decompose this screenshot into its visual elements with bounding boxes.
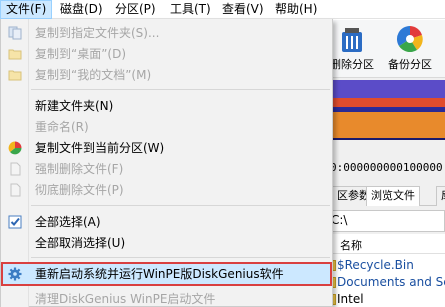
delete-partition-icon	[342, 28, 362, 52]
list-item[interactable]: Intel	[320, 292, 445, 307]
menu-separator	[31, 257, 330, 258]
menu-item-label: 新建文件夹(N)	[35, 99, 114, 113]
folder-icon	[8, 70, 22, 81]
menu-item-label: 全部选择(A)	[35, 215, 101, 229]
menu-item-label: 重命名(R)	[35, 120, 89, 134]
file-list-header[interactable]: 名称	[320, 234, 445, 254]
file-menu: 复制到指定文件夹(S)... 复制到“桌面”(D) 复制到“我的文档”(M) 新…	[0, 19, 333, 307]
menu-view[interactable]: 查看(V)	[217, 0, 269, 19]
menu-item-label: 复制到“我的文档”(M)	[35, 68, 152, 82]
menubar: 文件(F) 磁盘(D) 分区(P) 工具(T) 查看(V) 帮助(H)	[0, 0, 445, 19]
file-name: Documents and Se	[337, 275, 445, 289]
disk-info-text: 0:000000000100000	[320, 159, 445, 177]
menu-item-label: 复制文件到当前分区(W)	[35, 141, 165, 155]
file-icon	[10, 183, 21, 197]
tab-sector[interactable]: 扇	[436, 186, 445, 206]
menu-item-copy-to-folder[interactable]: 复制到指定文件夹(S)...	[3, 23, 330, 43]
menu-item-label: 清理DiskGenius WinPE启动文件	[35, 292, 216, 306]
path-text: C:\	[331, 213, 348, 227]
disk-map-partition	[330, 112, 445, 138]
tab-browse-files[interactable]: 浏览文件	[366, 186, 420, 206]
menu-item-rename[interactable]: 重命名(R)	[3, 117, 330, 137]
file-list: 名称 $Recycle.Bin Documents and Se Intel	[320, 234, 445, 307]
copy-icon	[8, 26, 22, 40]
menu-item-label: 重新启动系统并运行WinPE版DiskGenius软件	[35, 267, 284, 281]
menu-item-label: 复制到指定文件夹(S)...	[35, 26, 160, 40]
menu-item-new-folder[interactable]: 新建文件夹(N)	[3, 96, 330, 116]
list-item[interactable]: Documents and Se	[320, 275, 445, 291]
tab-bar: 区参数 浏览文件 扇	[320, 184, 445, 206]
menu-tools[interactable]: 工具(T)	[165, 0, 216, 19]
menu-item-force-delete[interactable]: 强制删除文件(F)	[3, 159, 330, 179]
menu-disk[interactable]: 磁盘(D)	[55, 0, 108, 19]
menu-item-copy-to-desktop[interactable]: 复制到“桌面”(D)	[3, 44, 330, 64]
checkbox-icon	[8, 215, 22, 229]
backup-partition-button[interactable]: 备份分区	[383, 22, 437, 74]
file-name: $Recycle.Bin	[337, 258, 414, 272]
backup-partition-icon	[396, 25, 423, 53]
menu-item-label: 全部取消选择(U)	[35, 236, 126, 250]
menu-item-label: 强制删除文件(F)	[35, 162, 124, 176]
folder-icon	[8, 49, 22, 60]
menu-item-copy-to-partition[interactable]: 复制文件到当前分区(W)	[3, 138, 330, 158]
list-item[interactable]: $Recycle.Bin	[320, 258, 445, 274]
path-field[interactable]: C:\	[320, 210, 445, 232]
delete-partition-button[interactable]: 删除分区	[325, 22, 379, 74]
menu-item-label: 复制到“桌面”(D)	[35, 47, 127, 61]
menu-item-select-all[interactable]: 全部选择(A)	[3, 212, 330, 232]
menu-item-label: 彻底删除文件(P)	[35, 183, 124, 197]
column-name: 名称	[340, 239, 362, 252]
menu-partition[interactable]: 分区(P)	[110, 0, 161, 19]
backup-partition-label: 备份分区	[388, 58, 432, 71]
menu-item-copy-to-documents[interactable]: 复制到“我的文档”(M)	[3, 65, 330, 85]
file-icon	[10, 162, 21, 176]
delete-partition-label: 删除分区	[330, 58, 374, 71]
menu-help[interactable]: 帮助(H)	[270, 0, 322, 19]
gear-icon	[8, 267, 22, 281]
menu-file[interactable]: 文件(F)	[0, 0, 53, 19]
menu-separator	[31, 89, 330, 90]
partition-copy-icon	[8, 141, 22, 155]
menu-separator	[31, 205, 330, 206]
menu-item-clean-winpe-files[interactable]: 清理DiskGenius WinPE启动文件	[3, 289, 330, 307]
menu-item-deselect-all[interactable]: 全部取消选择(U)	[3, 233, 330, 253]
menu-item-permanent-delete[interactable]: 彻底删除文件(P)	[3, 180, 330, 200]
file-name: Intel	[337, 292, 364, 306]
menu-item-restart-winpe[interactable]: 重新启动系统并运行WinPE版DiskGenius软件	[1, 262, 332, 286]
